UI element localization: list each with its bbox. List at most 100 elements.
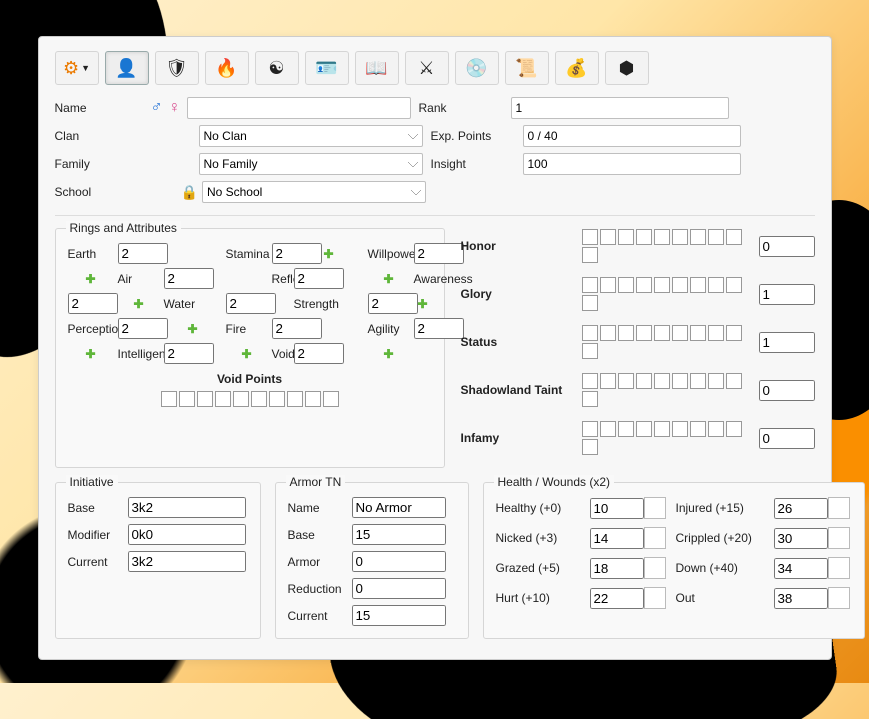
armor-armor-input[interactable] [352, 551, 446, 572]
willpower-label: Willpower [368, 247, 410, 261]
name-input[interactable] [187, 97, 411, 119]
injured-input[interactable] [774, 498, 828, 519]
water-input[interactable] [226, 293, 276, 314]
clan-label: Clan [55, 129, 151, 143]
grazed-box[interactable] [644, 557, 666, 579]
init-base-label: Base [68, 501, 128, 515]
crippled-box[interactable] [828, 527, 850, 549]
perception-inc[interactable]: ✚ [164, 322, 222, 336]
down-input[interactable] [774, 558, 828, 579]
taint-track[interactable] [581, 372, 749, 408]
awareness-input[interactable] [68, 293, 118, 314]
tab-coins[interactable]: ⬢ [605, 51, 649, 85]
nicked-label: Nicked (+3) [496, 531, 582, 545]
strength-inc[interactable]: ✚ [414, 297, 432, 311]
book-icon: 📖 [365, 58, 387, 79]
crippled-input[interactable] [774, 528, 828, 549]
lock-icon[interactable]: 🔒 [181, 184, 198, 201]
nicked-box[interactable] [644, 527, 666, 549]
female-icon[interactable]: ♀ [169, 99, 181, 117]
tab-disc[interactable]: 💿 [455, 51, 499, 85]
awareness-inc[interactable]: ✚ [118, 297, 160, 311]
out-box[interactable] [828, 587, 850, 609]
init-mod-input[interactable] [128, 524, 246, 545]
grazed-input[interactable] [590, 558, 644, 579]
air-label: Air [118, 272, 160, 286]
honor-track[interactable] [581, 228, 749, 264]
tab-id[interactable]: 🪪 [305, 51, 349, 85]
toolbar: ⚙▼ 👤 🛡 🔥 ☯ 🪪 📖 ⚔ 💿 📜 💰 ⬢ [55, 51, 815, 85]
tab-fire[interactable]: 🔥 [205, 51, 249, 85]
hurt-box[interactable] [644, 587, 666, 609]
init-base-input[interactable] [128, 497, 246, 518]
glory-track[interactable] [581, 276, 749, 312]
reflexes-inc[interactable]: ✚ [368, 272, 410, 286]
armor-base-input[interactable] [352, 524, 446, 545]
void-points-track[interactable] [68, 390, 432, 408]
tab-armor[interactable]: 🛡 [155, 51, 199, 85]
agility-inc[interactable]: ✚ [68, 347, 114, 361]
person-icon: 👤 [115, 58, 137, 79]
injured-box[interactable] [828, 497, 850, 519]
init-cur-input[interactable] [128, 551, 246, 572]
school-select[interactable]: No School [202, 181, 426, 203]
armor-name-label: Name [288, 501, 352, 515]
void-input[interactable] [294, 343, 344, 364]
infamy-track[interactable] [581, 420, 749, 456]
armor-cur-input[interactable] [352, 605, 446, 626]
tab-character[interactable]: 👤 [105, 51, 149, 85]
tab-yinyang[interactable]: ☯ [255, 51, 299, 85]
intelligence-inc[interactable]: ✚ [226, 347, 268, 361]
armor-red-input[interactable] [352, 578, 446, 599]
initiative-fieldset: Initiative Base Modifier Current [55, 482, 261, 639]
healthy-input[interactable] [590, 498, 644, 519]
out-input[interactable] [774, 588, 828, 609]
tab-book[interactable]: 📖 [355, 51, 399, 85]
rank-input[interactable] [511, 97, 729, 119]
coins-icon: ⬢ [619, 58, 635, 79]
moneybag-icon: 💰 [565, 58, 587, 79]
tab-weapons[interactable]: ⚔ [405, 51, 449, 85]
infamy-input[interactable] [759, 428, 815, 449]
reflexes-input[interactable] [294, 268, 344, 289]
strength-input[interactable] [368, 293, 418, 314]
willpower-input[interactable] [414, 243, 464, 264]
exp-input[interactable] [523, 125, 741, 147]
armor-base-label: Base [288, 528, 352, 542]
exp-label: Exp. Points [423, 129, 523, 143]
status-input[interactable] [759, 332, 815, 353]
settings-button[interactable]: ⚙▼ [55, 51, 99, 85]
agility-label: Agility [368, 322, 410, 336]
intelligence-input[interactable] [164, 343, 214, 364]
taint-input[interactable] [759, 380, 815, 401]
stamina-inc[interactable]: ✚ [294, 247, 364, 261]
hurt-input[interactable] [590, 588, 644, 609]
main-panel: ⚙▼ 👤 🛡 🔥 ☯ 🪪 📖 ⚔ 💿 📜 💰 ⬢ Name ♂ ♀ Rank C… [38, 36, 832, 660]
down-box[interactable] [828, 557, 850, 579]
hurt-label: Hurt (+10) [496, 591, 582, 605]
name-label: Name [55, 101, 151, 115]
nicked-input[interactable] [590, 528, 644, 549]
earth-input[interactable] [118, 243, 168, 264]
fire-input[interactable] [272, 318, 322, 339]
perception-input[interactable] [118, 318, 168, 339]
armor-name-input[interactable] [352, 497, 446, 518]
school-label: School [55, 185, 151, 199]
air-input[interactable] [164, 268, 214, 289]
infamy-label: Infamy [461, 431, 581, 445]
tab-money[interactable]: 💰 [555, 51, 599, 85]
insight-input[interactable] [523, 153, 741, 175]
agility-input[interactable] [414, 318, 464, 339]
glory-input[interactable] [759, 284, 815, 305]
family-select[interactable]: No Family [199, 153, 423, 175]
clan-select[interactable]: No Clan [199, 125, 423, 147]
chevron-down-icon: ▼ [81, 63, 90, 73]
willpower-inc[interactable]: ✚ [68, 272, 114, 286]
tab-scroll[interactable]: 📜 [505, 51, 549, 85]
family-label: Family [55, 157, 151, 171]
male-icon[interactable]: ♂ [151, 99, 163, 117]
honor-input[interactable] [759, 236, 815, 257]
healthy-box[interactable] [644, 497, 666, 519]
status-track[interactable] [581, 324, 749, 360]
void-inc[interactable]: ✚ [368, 347, 410, 361]
